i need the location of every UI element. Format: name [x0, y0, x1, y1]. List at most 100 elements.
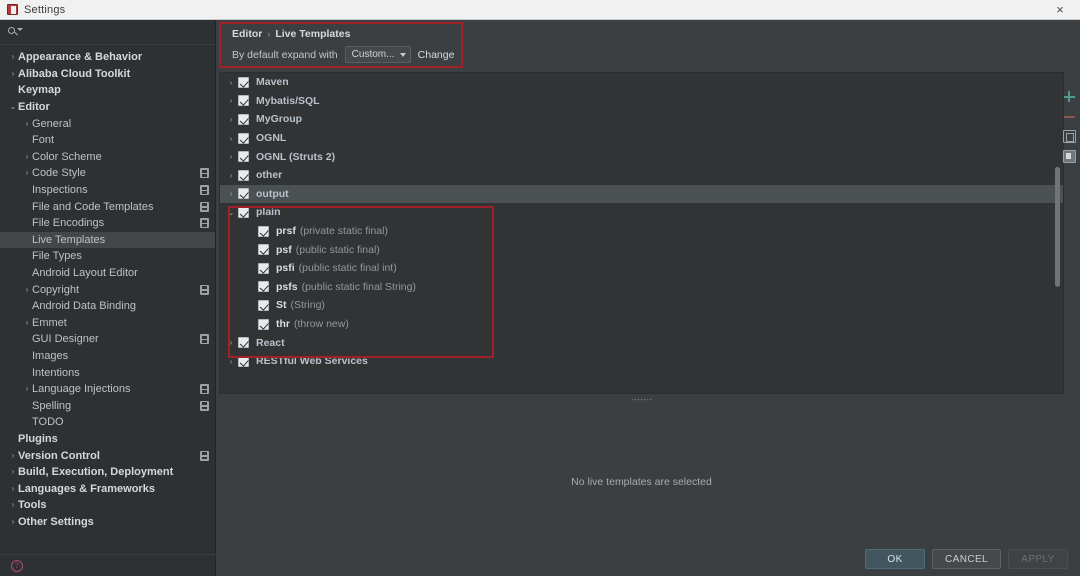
chevron-icon[interactable]: ›	[224, 134, 238, 143]
apply-button[interactable]: APPLY	[1008, 549, 1068, 569]
template-row[interactable]: St(String)	[220, 296, 1063, 315]
expand-with-select[interactable]: Custom...	[345, 46, 411, 63]
sidebar-item-intentions[interactable]: Intentions	[0, 364, 215, 381]
sidebar-item-font[interactable]: Font	[0, 132, 215, 149]
chevron-icon[interactable]: ›	[22, 385, 32, 393]
checkbox-icon[interactable]	[238, 114, 249, 125]
list-scrollbar[interactable]	[1054, 75, 1061, 393]
sidebar-item-build-execution-deployment[interactable]: ›Build, Execution, Deployment	[0, 464, 215, 481]
search-input[interactable]	[24, 22, 215, 42]
checkbox-icon[interactable]	[238, 337, 249, 348]
sidebar-item-language-injections[interactable]: ›Language Injections	[0, 381, 215, 398]
checkbox-icon[interactable]	[258, 300, 269, 311]
template-group-row[interactable]: ›Mybatis/SQL	[220, 92, 1063, 111]
template-group-row[interactable]: ›React	[220, 333, 1063, 352]
sidebar-item-alibaba-cloud-toolkit[interactable]: ›Alibaba Cloud Toolkit	[0, 66, 215, 83]
help-icon[interactable]: ?	[11, 560, 23, 572]
checkbox-icon[interactable]	[238, 207, 249, 218]
sidebar-item-inspections[interactable]: Inspections	[0, 182, 215, 199]
checkbox-icon[interactable]	[258, 263, 269, 274]
export-icon[interactable]	[1063, 150, 1076, 163]
template-group-row[interactable]: ›RESTful Web Services	[220, 352, 1063, 371]
chevron-icon[interactable]: ›	[224, 78, 238, 87]
sidebar-item-android-layout-editor[interactable]: Android Layout Editor	[0, 265, 215, 282]
chevron-icon[interactable]: ›	[8, 485, 18, 493]
template-group-row[interactable]: ›OGNL	[220, 129, 1063, 148]
copy-icon[interactable]	[1063, 130, 1076, 143]
minus-icon[interactable]	[1063, 110, 1076, 123]
sidebar-item-emmet[interactable]: ›Emmet	[0, 315, 215, 332]
sidebar-item-code-style[interactable]: ›Code Style	[0, 165, 215, 182]
chevron-icon[interactable]: ›	[224, 338, 238, 347]
sidebar-item-spelling[interactable]: Spelling	[0, 397, 215, 414]
chevron-icon[interactable]: ›	[8, 501, 18, 509]
breadcrumb-root[interactable]: Editor	[232, 28, 262, 40]
chevron-icon[interactable]: ›	[8, 452, 18, 460]
template-group-row[interactable]: ›other	[220, 166, 1063, 185]
chevron-icon[interactable]: ⌄	[8, 103, 18, 111]
sidebar-item-live-templates[interactable]: Live Templates	[0, 232, 215, 249]
live-templates-list[interactable]: ›Maven›Mybatis/SQL›MyGroup›OGNL›OGNL (St…	[219, 72, 1064, 394]
checkbox-icon[interactable]	[258, 226, 269, 237]
sidebar-item-file-encodings[interactable]: File Encodings	[0, 215, 215, 232]
sidebar-item-file-types[interactable]: File Types	[0, 248, 215, 265]
template-group-row[interactable]: ›OGNL (Struts 2)	[220, 147, 1063, 166]
checkbox-icon[interactable]	[238, 356, 249, 367]
template-row[interactable]: psfs(public static final String)	[220, 278, 1063, 297]
ok-button[interactable]: OK	[865, 549, 925, 569]
checkbox-icon[interactable]	[238, 95, 249, 106]
chevron-icon[interactable]: ›	[8, 70, 18, 78]
cancel-button[interactable]: CANCEL	[932, 549, 1001, 569]
chevron-icon[interactable]: ›	[22, 153, 32, 161]
sidebar-item-images[interactable]: Images	[0, 348, 215, 365]
sidebar-item-appearance-behavior[interactable]: ›Appearance & Behavior	[0, 49, 215, 66]
chevron-icon[interactable]: ›	[224, 152, 238, 161]
sidebar-item-copyright[interactable]: ›Copyright	[0, 281, 215, 298]
template-group-row[interactable]: ›output	[220, 185, 1063, 204]
sidebar-item-general[interactable]: ›General	[0, 115, 215, 132]
checkbox-icon[interactable]	[258, 244, 269, 255]
change-shortcut-link[interactable]: Change	[418, 49, 455, 61]
plus-icon[interactable]	[1063, 90, 1076, 103]
sidebar-item-file-and-code-templates[interactable]: File and Code Templates	[0, 198, 215, 215]
sidebar-item-android-data-binding[interactable]: Android Data Binding	[0, 298, 215, 315]
sidebar-item-version-control[interactable]: ›Version Control	[0, 447, 215, 464]
chevron-icon[interactable]: ›	[224, 189, 238, 198]
sidebar-item-other-settings[interactable]: ›Other Settings	[0, 514, 215, 531]
sidebar-item-plugins[interactable]: Plugins	[0, 431, 215, 448]
template-row[interactable]: psf(public static final)	[220, 240, 1063, 259]
template-row[interactable]: thr(throw new)	[220, 315, 1063, 334]
sidebar-item-keymap[interactable]: Keymap	[0, 82, 215, 99]
chevron-icon[interactable]: ›	[22, 120, 32, 128]
checkbox-icon[interactable]	[238, 77, 249, 88]
checkbox-icon[interactable]	[258, 319, 269, 330]
template-group-row[interactable]: ⌄plain	[220, 203, 1063, 222]
checkbox-icon[interactable]	[238, 170, 249, 181]
checkbox-icon[interactable]	[238, 188, 249, 199]
chevron-icon[interactable]: ›	[224, 357, 238, 366]
sidebar-search-row[interactable]	[0, 20, 215, 45]
checkbox-icon[interactable]	[258, 281, 269, 292]
panel-splitter[interactable]	[219, 395, 1064, 403]
checkbox-icon[interactable]	[238, 133, 249, 144]
template-row[interactable]: prsf(private static final)	[220, 222, 1063, 241]
chevron-icon[interactable]: ⌄	[224, 208, 238, 217]
sidebar-item-color-scheme[interactable]: ›Color Scheme	[0, 149, 215, 166]
template-row[interactable]: psfi(public static final int)	[220, 259, 1063, 278]
chevron-icon[interactable]: ›	[22, 286, 32, 294]
sidebar-item-tools[interactable]: ›Tools	[0, 497, 215, 514]
chevron-icon[interactable]: ›	[224, 96, 238, 105]
chevron-icon[interactable]: ›	[8, 468, 18, 476]
chevron-icon[interactable]: ›	[8, 53, 18, 61]
template-group-row[interactable]: ›MyGroup	[220, 110, 1063, 129]
chevron-icon[interactable]: ›	[22, 169, 32, 177]
chevron-icon[interactable]: ›	[224, 115, 238, 124]
chevron-icon[interactable]: ›	[8, 518, 18, 526]
chevron-icon[interactable]: ›	[224, 171, 238, 180]
close-icon[interactable]: ×	[1040, 0, 1080, 19]
checkbox-icon[interactable]	[238, 151, 249, 162]
sidebar-tree[interactable]: ›Appearance & Behavior›Alibaba Cloud Too…	[0, 45, 215, 554]
list-scrollbar-thumb[interactable]	[1055, 167, 1060, 287]
chevron-icon[interactable]: ›	[22, 319, 32, 327]
template-group-row[interactable]: ›Maven	[220, 73, 1063, 92]
